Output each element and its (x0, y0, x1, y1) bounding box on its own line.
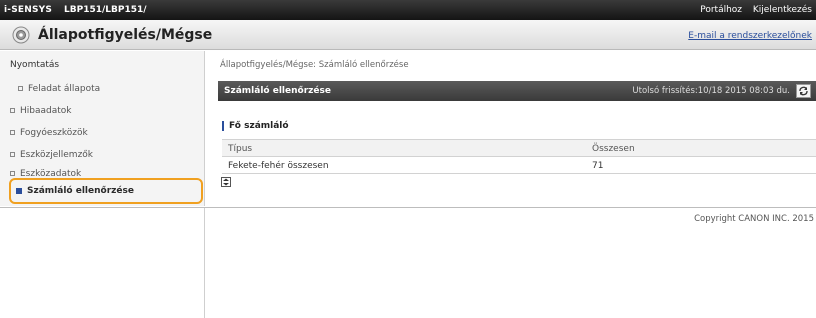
top-links: Portálhoz Kijelentkezés (692, 5, 812, 15)
top-bar: i-SENSYS LBP151/LBP151/ Portálhoz Kijele… (0, 0, 816, 20)
sidebar-item-device-info[interactable]: Eszközadatok (10, 169, 81, 177)
expand-arrows-icon (223, 178, 229, 186)
column-header-type: Típus (228, 144, 253, 154)
sidebar-item-consumables[interactable]: Fogyóeszközök (10, 128, 88, 138)
breadcrumb: Állapotfigyelés/Mégse: Számláló ellenőrz… (220, 60, 409, 70)
bullet-square-icon (10, 130, 15, 135)
counter-table: Típus Összesen Fekete-fehér összesen 71 (222, 139, 816, 174)
sidebar-item-label: Feladat állapota (28, 84, 101, 94)
table-row: Fekete-fehér összesen 71 (222, 156, 816, 173)
main-content: Állapotfigyelés/Mégse: Számláló ellenőrz… (206, 51, 816, 206)
sidebar-item-error-info[interactable]: Hibaadatok (10, 106, 72, 116)
cell-total: 71 (592, 161, 604, 171)
sidebar-item-label: Számláló ellenőrzése (27, 186, 134, 196)
bullet-square-icon (10, 152, 15, 157)
copyright-text: Copyright CANON INC. 2015 (694, 214, 814, 224)
footer-sidebar-area (0, 208, 205, 318)
sidebar-item-label: Hibaadatok (20, 106, 72, 116)
refresh-button[interactable] (796, 84, 811, 98)
sidebar-heading-print[interactable]: Nyomtatás (10, 60, 59, 70)
brand-name: i-SENSYS (4, 5, 53, 15)
table-bottom-border (222, 173, 816, 174)
bullet-square-icon (18, 86, 23, 91)
bullet-square-icon (10, 171, 15, 176)
section-title-main-counter: Fő számláló (222, 121, 289, 131)
sidebar-item-device-features[interactable]: Eszközjellemzők (10, 150, 93, 160)
sidebar-item-label: Eszközadatok (20, 169, 82, 177)
model-name: LBP151/LBP151/ (64, 5, 147, 15)
sidebar: Nyomtatás Feladat állapota Hibaadatok Fo… (0, 51, 205, 206)
page-title: Állapotfigyelés/Mégse (38, 27, 213, 43)
sidebar-item-counter-check[interactable]: Számláló ellenőrzése (16, 186, 134, 196)
panel-title: Számláló ellenőrzése (224, 86, 331, 96)
email-admin-link[interactable]: E-mail a rendszerkezelőnek (688, 31, 812, 41)
sidebar-item-label: Fogyóeszközök (20, 128, 88, 138)
portal-link[interactable]: Portálhoz (700, 5, 742, 15)
logout-link[interactable]: Kijelentkezés (753, 5, 812, 15)
title-bar: Állapotfigyelés/Mégse E-mail a rendszerk… (0, 20, 816, 50)
cell-type: Fekete-fehér összesen (228, 161, 329, 171)
expand-icon[interactable] (221, 177, 231, 187)
sidebar-item-label: Eszközjellemzők (20, 150, 94, 160)
column-header-total: Összesen (592, 144, 635, 154)
bullet-filled-icon (16, 187, 22, 194)
panel-header: Számláló ellenőrzése Utolsó frissítés:10… (218, 81, 816, 101)
bullet-square-icon (10, 108, 15, 113)
table-header-row: Típus Összesen (222, 139, 816, 156)
sidebar-item-job-status[interactable]: Feladat állapota (18, 84, 100, 94)
refresh-icon (799, 86, 808, 96)
last-updated-text: Utolsó frissítés:10/18 2015 08:03 du. (632, 86, 790, 96)
status-monitor-icon (12, 26, 30, 44)
